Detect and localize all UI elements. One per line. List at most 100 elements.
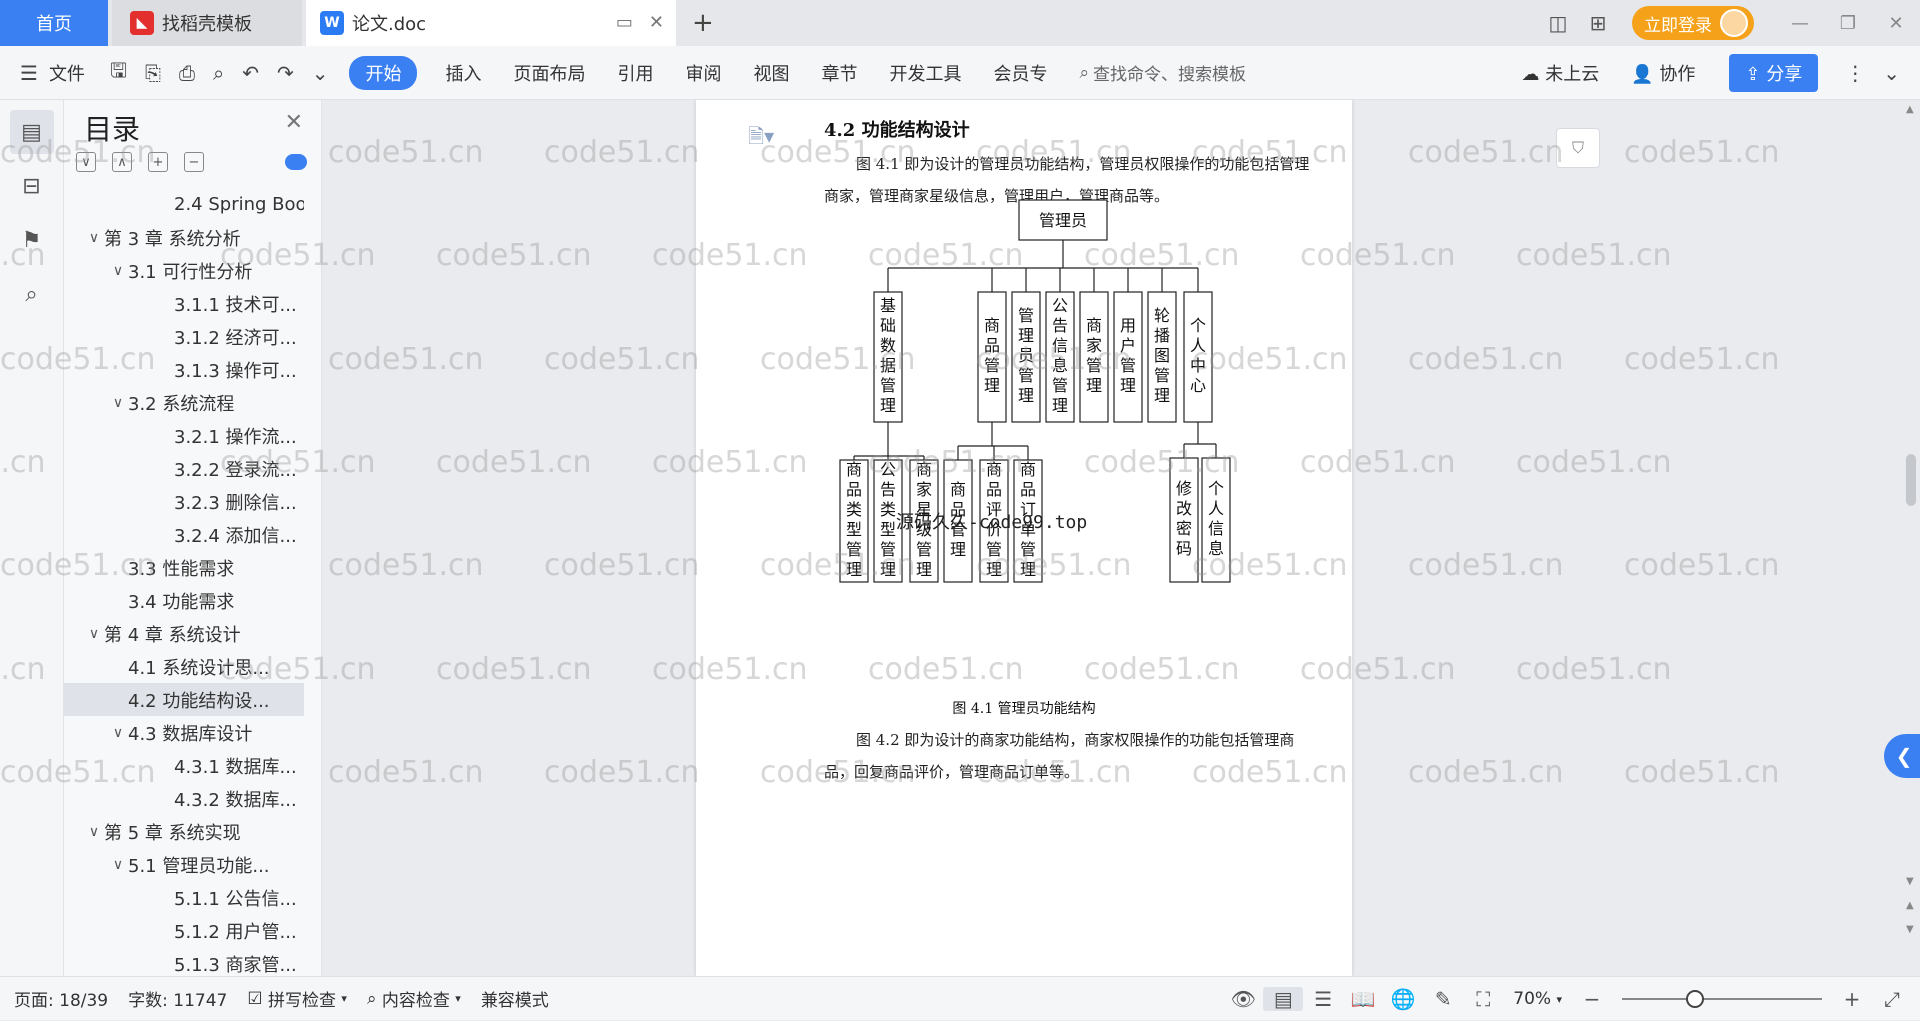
toc-item[interactable]: ∨ 4.3 数据库设计: [64, 716, 304, 749]
expand-all-icon[interactable]: ∨: [76, 152, 96, 172]
eye-protection-icon[interactable]: 👁: [1223, 987, 1263, 1011]
collapse-all-icon[interactable]: ∧: [112, 152, 132, 172]
restore-icon[interactable]: ❐: [1824, 13, 1872, 34]
toc-item[interactable]: 4.3.2 数据库...: [64, 782, 304, 815]
toc-item[interactable]: 3.4 功能需求: [64, 584, 304, 617]
find-icon[interactable]: ⌕: [10, 272, 54, 316]
zoom-out-icon[interactable]: −: [1572, 987, 1612, 1011]
read-view-icon[interactable]: 📖: [1343, 987, 1383, 1011]
word-count[interactable]: 字数: 11747: [118, 986, 237, 1011]
toc-panel-icon[interactable]: ▤: [9, 110, 54, 154]
page-counter[interactable]: 页面: 18/39: [0, 986, 118, 1011]
tab-devtools[interactable]: 开发工具: [873, 60, 977, 86]
outline-view-icon[interactable]: ☰: [1303, 987, 1343, 1011]
tab-view[interactable]: 视图: [737, 60, 805, 86]
reading-mode-icon[interactable]: ◫: [1538, 11, 1578, 35]
bookmark-icon[interactable]: ⚑: [10, 218, 54, 262]
menu-file[interactable]: 文件: [47, 60, 101, 86]
document-page[interactable]: 🗎▾ 4.2 功能结构设计 图 4.1 即为设计的管理员功能结构，管理员权限操作…: [696, 100, 1352, 976]
collapse-ribbon-icon[interactable]: ⌄: [1874, 61, 1920, 85]
toc-item[interactable]: ∨ 3.2 系统流程: [64, 386, 304, 419]
close-window-icon[interactable]: ✕: [1872, 13, 1920, 34]
fullscreen-icon[interactable]: ⤢: [1872, 987, 1912, 1011]
toc-item[interactable]: ∨ 第 4 章 系统设计: [64, 617, 304, 650]
collab-button[interactable]: 👤 协作: [1615, 60, 1711, 86]
toc-expand-icon[interactable]: ∨: [108, 725, 128, 741]
tab-start[interactable]: 开始: [349, 55, 418, 90]
tab-member[interactable]: 会员专: [977, 60, 1063, 86]
scroll-up-icon[interactable]: ▲: [1906, 104, 1914, 115]
redo-icon[interactable]: ↷: [268, 61, 303, 85]
toc-expand-icon[interactable]: ∨: [84, 230, 104, 246]
share-button[interactable]: ⇪ 分享: [1729, 53, 1819, 92]
login-button[interactable]: 立即登录: [1632, 6, 1754, 40]
chapter-nav-icon[interactable]: ⊟: [10, 164, 54, 208]
toc-item[interactable]: ∨ 第 3 章 系统分析: [64, 221, 304, 254]
next-page-icon[interactable]: ▼: [1906, 924, 1914, 935]
close-tab-icon[interactable]: ✕: [649, 12, 664, 33]
toc-item[interactable]: 3.3 性能需求: [64, 551, 304, 584]
toc-expand-icon[interactable]: ∨: [108, 857, 128, 873]
zoom-level[interactable]: 70% ▾: [1503, 989, 1572, 1009]
toc-item[interactable]: 5.1.2 用户管...: [64, 914, 304, 947]
spell-check[interactable]: ☑ 拼写检查 ▾: [237, 986, 357, 1012]
toc-item[interactable]: ∨ 3.1 可行性分析: [64, 254, 304, 287]
save-icon[interactable]: 🖫: [101, 56, 136, 90]
toc-expand-icon[interactable]: ∨: [108, 395, 128, 411]
tab-chapter[interactable]: 章节: [805, 60, 873, 86]
tab-reference[interactable]: 引用: [601, 60, 669, 86]
prev-page-icon[interactable]: ▲: [1906, 900, 1914, 911]
web-view-icon[interactable]: 🌐: [1383, 987, 1423, 1011]
add-heading-icon[interactable]: +: [148, 152, 168, 172]
scroll-thumb[interactable]: [1906, 454, 1916, 506]
toc-item[interactable]: 3.2.2 登录流...: [64, 452, 304, 485]
page-down-icon[interactable]: ▼: [1906, 876, 1914, 887]
tab-document[interactable]: W 论文.doc ▭ ✕: [306, 0, 676, 46]
remove-heading-icon[interactable]: −: [184, 152, 204, 172]
tab-home[interactable]: 首页: [0, 0, 108, 46]
page-view-icon[interactable]: ▤: [1263, 987, 1304, 1011]
toc-item[interactable]: 5.1.3 商家管...: [64, 947, 304, 976]
menu-icon[interactable]: ☰: [0, 61, 47, 85]
filter-icon[interactable]: ⛉: [1556, 128, 1600, 168]
fit-page-icon[interactable]: ⛶: [1463, 987, 1503, 1011]
write-mode-icon[interactable]: ✎: [1423, 987, 1463, 1011]
content-check[interactable]: ⌕ 内容检查 ▾: [357, 986, 471, 1012]
toc-expand-icon[interactable]: ∨: [84, 626, 104, 642]
toc-expand-icon[interactable]: ∨: [108, 263, 128, 279]
zoom-slider[interactable]: [1622, 990, 1822, 1008]
tab-insert[interactable]: 插入: [429, 60, 497, 86]
toc-item[interactable]: 3.1.1 技术可...: [64, 287, 304, 320]
toc-item[interactable]: 3.1.3 操作可...: [64, 353, 304, 386]
tab-templates[interactable]: ◣ 找稻壳模板: [112, 0, 302, 46]
toc-item[interactable]: 3.2.3 删除信...: [64, 485, 304, 518]
command-search[interactable]: ⌕ 查找命令、搜索模板: [1063, 60, 1262, 86]
undo-icon[interactable]: ↶: [233, 61, 268, 85]
toc-item[interactable]: 2.4 Spring Boot ...: [64, 188, 304, 221]
toc-item[interactable]: 3.1.2 经济可...: [64, 320, 304, 353]
zoom-slider-knob[interactable]: [1686, 990, 1704, 1008]
toc-item[interactable]: 4.2 功能结构设...: [64, 683, 304, 716]
export-pdf-icon[interactable]: ⎘: [136, 61, 170, 85]
customize-dropdown-icon[interactable]: ⌄: [303, 61, 338, 85]
toc-item[interactable]: 4.1 系统设计思...: [64, 650, 304, 683]
toc-item[interactable]: ∨ 第 5 章 系统实现: [64, 815, 304, 848]
tab-review[interactable]: 审阅: [669, 60, 737, 86]
grid-apps-icon[interactable]: ⊞: [1578, 11, 1618, 35]
print-preview-icon[interactable]: ⌕: [204, 61, 233, 85]
zoom-in-icon[interactable]: +: [1832, 987, 1872, 1011]
vertical-scrollbar[interactable]: ▲ ▼ ▲ ▼: [1902, 100, 1920, 976]
float-window-icon[interactable]: ▭: [616, 12, 633, 33]
toc-item[interactable]: 3.2.1 操作流...: [64, 419, 304, 452]
toc-close-icon[interactable]: ✕: [285, 110, 303, 135]
minimize-icon[interactable]: —: [1776, 13, 1824, 34]
toc-item[interactable]: 5.1.1 公告信...: [64, 881, 304, 914]
toc-item[interactable]: ∨ 5.1 管理员功能...: [64, 848, 304, 881]
toc-expand-icon[interactable]: ∨: [84, 824, 104, 840]
more-icon[interactable]: ⋮: [1836, 61, 1874, 85]
document-area[interactable]: 🗎▾ 4.2 功能结构设计 图 4.1 即为设计的管理员功能结构，管理员权限操作…: [322, 100, 1920, 976]
toc-item[interactable]: 4.3.1 数据库...: [64, 749, 304, 782]
ai-assistant-icon[interactable]: [285, 154, 307, 170]
cloud-status[interactable]: ☁ 未上云: [1506, 60, 1616, 86]
print-icon[interactable]: ⎙: [170, 61, 204, 85]
